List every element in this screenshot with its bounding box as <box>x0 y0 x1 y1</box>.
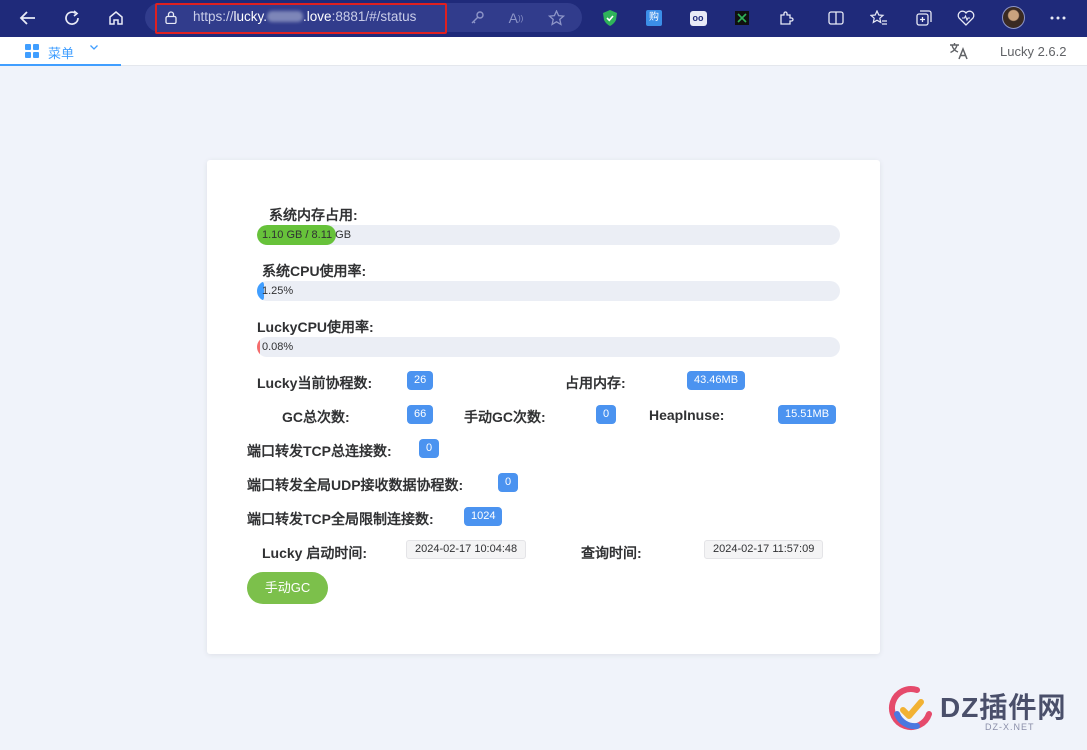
grid-icon <box>25 44 39 58</box>
system-cpu-label: 系统CPU使用率: <box>262 263 367 279</box>
translate-icon[interactable] <box>949 42 969 64</box>
tcp-connections-badge: 0 <box>419 439 440 458</box>
read-aloud-icon[interactable]: A)) <box>507 10 525 26</box>
favorites-icon[interactable] <box>869 8 889 28</box>
browser-toolbar: https://lucky. .love:8881/#/status A)) 购 … <box>0 0 1087 37</box>
system-memory-progress: 1.10 GB / 8.11 GB <box>257 225 840 245</box>
watermark-title: DZ插件网 <box>940 692 1067 723</box>
system-cpu-text: 1.25% <box>262 285 294 297</box>
shopping-extension-icon[interactable]: 购 <box>644 8 664 28</box>
query-time-tag: 2024-02-17 11:57:09 <box>704 540 824 559</box>
manual-gc-button[interactable]: 手动GC <box>247 572 328 604</box>
system-cpu-progress: 1.25% <box>257 281 840 301</box>
gc-count-badge: 66 <box>407 405 434 424</box>
start-time-label: Lucky 启动时间: <box>262 545 368 561</box>
more-options-icon[interactable] <box>1048 8 1068 28</box>
lucky-cpu-progress-fill <box>257 337 260 357</box>
profile-avatar[interactable] <box>1002 6 1025 29</box>
extensions-puzzle-icon[interactable] <box>776 8 796 28</box>
lucky-cpu-label: LuckyCPU使用率: <box>257 319 374 335</box>
memory-used-label: 占用内存: <box>565 375 626 391</box>
collections-icon[interactable] <box>914 8 934 28</box>
udp-goroutines-badge: 0 <box>498 473 519 492</box>
lucky-cpu-text: 0.08% <box>262 341 294 353</box>
watermark-subtitle: DZ-X.NET <box>985 722 1035 732</box>
key-icon[interactable] <box>468 10 486 26</box>
manual-gc-count-badge: 0 <box>596 405 617 424</box>
screenshot-extension-icon[interactable] <box>732 8 752 28</box>
tcp-connections-label: 端口转发TCP总连接数: <box>247 443 392 459</box>
status-card: 系统内存占用: 1.10 GB / 8.11 GB 系统CPU使用率: 1.25… <box>207 160 880 654</box>
goroutines-badge: 26 <box>407 371 434 390</box>
start-time-tag: 2024-02-17 10:04:48 <box>406 540 527 559</box>
lucky-cpu-progress: 0.08% <box>257 337 840 357</box>
chevron-down-icon <box>89 42 99 55</box>
manual-gc-count-label: 手动GC次数: <box>464 409 546 425</box>
system-memory-text: 1.10 GB / 8.11 GB <box>262 229 352 241</box>
goroutines-label: Lucky当前协程数: <box>257 375 373 391</box>
menu-label: 菜单 <box>48 46 75 61</box>
memory-used-badge: 43.46MB <box>687 371 746 390</box>
heap-inuse-badge: 15.51MB <box>778 405 837 424</box>
shield-extension-icon[interactable] <box>600 8 620 28</box>
version-label: Lucky 2.6.2 <box>1000 44 1067 59</box>
back-icon[interactable] <box>15 6 41 30</box>
owl-extension-icon[interactable]: oo <box>688 8 708 28</box>
udp-goroutines-label: 端口转发全局UDP接收数据协程数: <box>247 477 464 493</box>
watermark-logo-icon <box>887 684 935 732</box>
url-highlight-box <box>155 3 447 34</box>
gc-count-label: GC总次数: <box>282 409 350 425</box>
tcp-limit-badge: 1024 <box>464 507 503 526</box>
heap-inuse-label: HeapInuse: <box>649 407 725 423</box>
query-time-label: 查询时间: <box>581 545 642 561</box>
menu-dropdown[interactable]: 菜单 <box>0 37 121 66</box>
refresh-icon[interactable] <box>59 6 85 30</box>
app-header: 菜单 Lucky 2.6.2 <box>0 37 1087 66</box>
split-screen-icon[interactable] <box>826 8 846 28</box>
browser-essentials-icon[interactable] <box>956 8 976 28</box>
tcp-limit-label: 端口转发TCP全局限制连接数: <box>247 511 434 527</box>
home-icon[interactable] <box>103 6 129 30</box>
system-memory-label: 系统内存占用: <box>269 207 358 223</box>
favorite-star-icon[interactable] <box>547 10 565 26</box>
